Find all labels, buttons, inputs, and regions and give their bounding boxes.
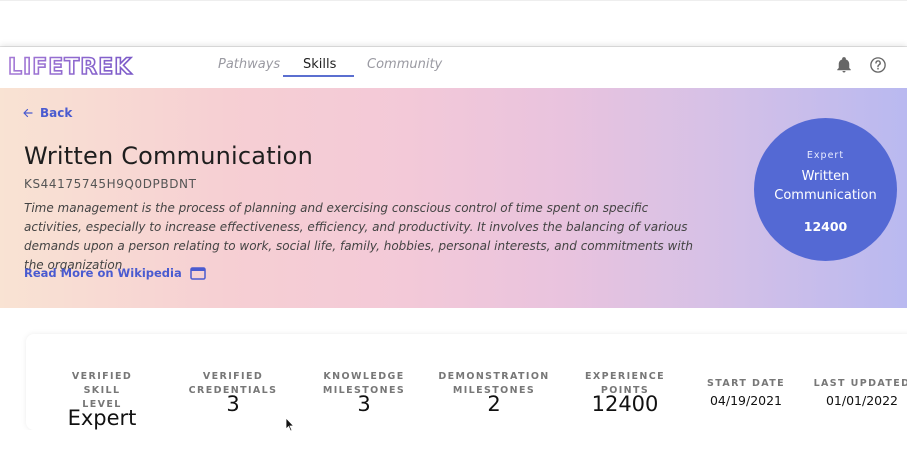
arrow-left-icon: [23, 108, 33, 118]
stat-label: KNOWLEDGE: [323, 371, 405, 382]
tab-pathways[interactable]: Pathways: [218, 57, 280, 72]
back-link[interactable]: Back: [22, 106, 72, 120]
stat-knowledge-milestones: KNOWLEDGE MILESTONES 3: [314, 370, 414, 416]
skill-level-badge: Expert Written Communication 12400: [754, 118, 897, 261]
stat-label: START DATE: [706, 378, 786, 389]
badge-level: Expert: [806, 150, 845, 161]
skill-hero: Back Written Communication KS44175745H9Q…: [0, 88, 907, 308]
read-more-label: Read More on Wikipedia: [24, 266, 182, 280]
top-navbar: LIFETREK Pathways Skills Community: [0, 47, 907, 88]
stat-value: Expert: [67, 406, 137, 430]
tab-skills[interactable]: Skills: [303, 57, 336, 72]
help-circle-icon[interactable]: [869, 56, 887, 74]
lifetrek-logo[interactable]: LIFETREK: [7, 53, 147, 79]
stat-label: LAST UPDATED: [813, 378, 907, 389]
stat-label: VERIFIED: [202, 371, 264, 382]
stat-value: 04/19/2021: [709, 393, 783, 408]
skill-code: KS44175745H9Q0DPBDNT: [24, 177, 197, 191]
stat-demonstration-milestones: DEMONSTRATION MILESTONES 2: [438, 370, 550, 416]
stat-label: VERIFIED SKILL: [71, 371, 133, 396]
stat-verified-skill-level: VERIFIED SKILL LEVEL Expert: [52, 370, 152, 430]
skill-description: Time management is the process of planni…: [24, 201, 693, 272]
badge-points: 12400: [803, 219, 848, 234]
external-window-icon: [190, 266, 206, 280]
stat-value: 12400: [591, 392, 659, 416]
tab-community[interactable]: Community: [367, 57, 442, 72]
stat-label: EXPERIENCE: [584, 371, 666, 382]
page-bottom-area: [0, 430, 907, 475]
svg-text:LIFETREK: LIFETREK: [8, 55, 132, 79]
stat-start-date: START DATE 04/19/2021: [700, 377, 792, 409]
active-tab-indicator: [283, 75, 354, 77]
bell-icon[interactable]: [835, 56, 853, 74]
stat-label: DEMONSTRATION: [438, 371, 550, 382]
badge-skill-name: Written Communication: [754, 167, 897, 205]
stat-verified-credentials: VERIFIED CREDENTIALS 3: [183, 370, 283, 416]
badge-name-line1: Written: [801, 169, 850, 184]
stat-last-updated: LAST UPDATED 01/01/2022: [812, 377, 907, 409]
skill-stats-card: VERIFIED SKILL LEVEL Expert VERIFIED CRE…: [26, 334, 907, 430]
browser-top-area: [0, 0, 907, 47]
mouse-cursor-icon: [285, 417, 295, 432]
stat-experience-points: EXPERIENCE POINTS 12400: [575, 370, 675, 416]
badge-name-line2: Communication: [774, 188, 877, 203]
read-more-link[interactable]: Read More on Wikipedia: [24, 266, 206, 280]
stat-value: 01/01/2022: [825, 393, 899, 408]
back-label: Back: [40, 106, 73, 120]
page-title: Written Communication: [24, 142, 313, 170]
